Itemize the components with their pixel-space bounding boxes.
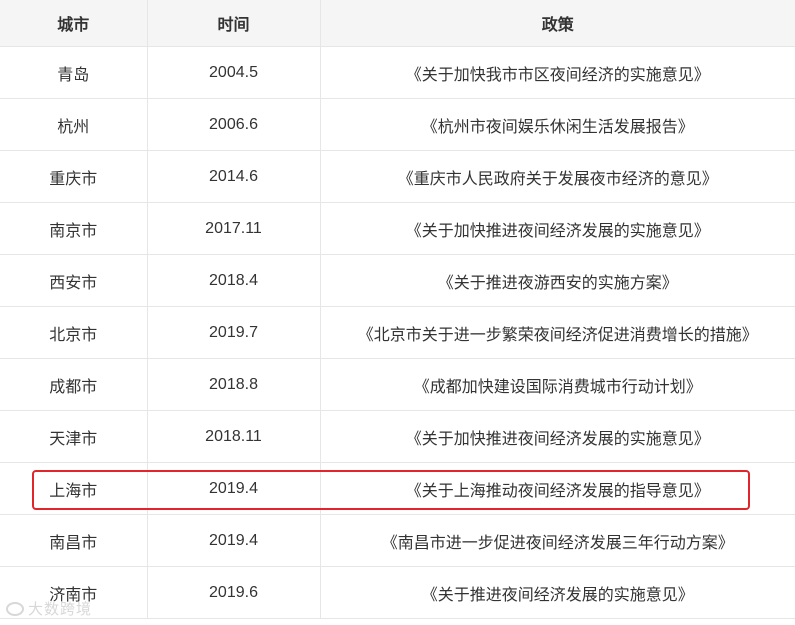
cell-city: 上海市 [0, 462, 148, 515]
table-row: 南昌市 2019.4 《南昌市进一步促进夜间经济发展三年行动方案》 [0, 514, 795, 567]
cell-time: 2006.6 [147, 98, 321, 151]
cell-policy: 《南昌市进一步促进夜间经济发展三年行动方案》 [320, 514, 795, 567]
cell-city: 重庆市 [0, 150, 148, 203]
cell-time: 2019.4 [147, 462, 321, 515]
header-city: 城市 [0, 0, 148, 47]
table-row: 北京市 2019.7 《北京市关于进一步繁荣夜间经济促进消费增长的措施》 [0, 306, 795, 359]
table-row: 重庆市 2014.6 《重庆市人民政府关于发展夜市经济的意见》 [0, 150, 795, 203]
table-row-highlighted: 上海市 2019.4 《关于上海推动夜间经济发展的指导意见》 [0, 462, 795, 515]
cell-time: 2014.6 [147, 150, 321, 203]
table-header-row: 城市 时间 政策 [0, 0, 795, 47]
header-policy: 政策 [320, 0, 795, 47]
cell-time: 2019.6 [147, 566, 321, 619]
policy-table: 城市 时间 政策 青岛 2004.5 《关于加快我市市区夜间经济的实施意见》 杭… [0, 0, 795, 619]
table-row: 济南市 2019.6 《关于推进夜间经济发展的实施意见》 [0, 566, 795, 619]
cell-city: 杭州 [0, 98, 148, 151]
cell-policy: 《关于推进夜间经济发展的实施意见》 [320, 566, 795, 619]
table-row: 青岛 2004.5 《关于加快我市市区夜间经济的实施意见》 [0, 46, 795, 99]
cell-time: 2019.7 [147, 306, 321, 359]
cell-city: 南京市 [0, 202, 148, 255]
table-row: 西安市 2018.4 《关于推进夜游西安的实施方案》 [0, 254, 795, 307]
cell-time: 2018.11 [147, 410, 321, 463]
cell-time: 2004.5 [147, 46, 321, 99]
cell-city: 北京市 [0, 306, 148, 359]
cell-time: 2018.4 [147, 254, 321, 307]
watermark-logo-icon [6, 601, 24, 616]
cell-city: 天津市 [0, 410, 148, 463]
cell-policy: 《杭州市夜间娱乐休闲生活发展报告》 [320, 98, 795, 151]
cell-city: 成都市 [0, 358, 148, 411]
cell-city: 南昌市 [0, 514, 148, 567]
cell-time: 2017.11 [147, 202, 321, 255]
cell-city: 青岛 [0, 46, 148, 99]
cell-policy: 《关于上海推动夜间经济发展的指导意见》 [320, 462, 795, 515]
cell-city: 西安市 [0, 254, 148, 307]
cell-policy: 《关于推进夜游西安的实施方案》 [320, 254, 795, 307]
table-row: 杭州 2006.6 《杭州市夜间娱乐休闲生活发展报告》 [0, 98, 795, 151]
watermark: 大数跨境 [6, 598, 92, 619]
table-row: 成都市 2018.8 《成都加快建设国际消费城市行动计划》 [0, 358, 795, 411]
cell-policy: 《成都加快建设国际消费城市行动计划》 [320, 358, 795, 411]
header-time: 时间 [147, 0, 321, 47]
cell-time: 2019.4 [147, 514, 321, 567]
cell-policy: 《关于加快推进夜间经济发展的实施意见》 [320, 202, 795, 255]
table-row: 天津市 2018.11 《关于加快推进夜间经济发展的实施意见》 [0, 410, 795, 463]
watermark-text: 大数跨境 [28, 601, 93, 618]
cell-policy: 《关于加快推进夜间经济发展的实施意见》 [320, 410, 795, 463]
cell-policy: 《重庆市人民政府关于发展夜市经济的意见》 [320, 150, 795, 203]
table-row: 南京市 2017.11 《关于加快推进夜间经济发展的实施意见》 [0, 202, 795, 255]
cell-time: 2018.8 [147, 358, 321, 411]
cell-policy: 《关于加快我市市区夜间经济的实施意见》 [320, 46, 795, 99]
cell-policy: 《北京市关于进一步繁荣夜间经济促进消费增长的措施》 [320, 306, 795, 359]
